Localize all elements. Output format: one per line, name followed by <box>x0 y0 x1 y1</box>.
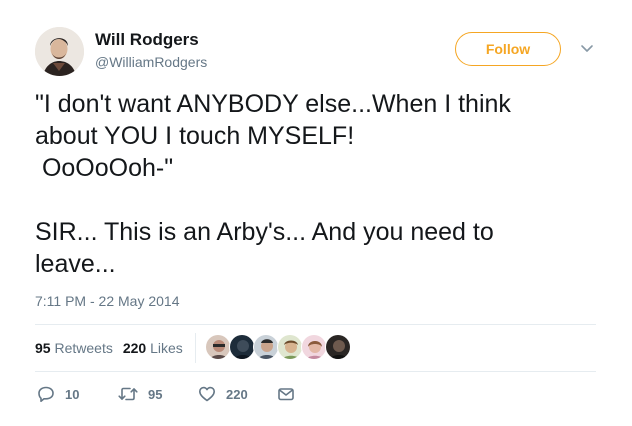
divider <box>35 371 596 372</box>
liker-avatar[interactable] <box>301 334 327 360</box>
author-name[interactable]: Will Rodgers <box>95 30 199 50</box>
heart-icon <box>199 386 215 402</box>
direct-message-action[interactable] <box>277 384 295 404</box>
likes-count: 220 <box>122 340 147 356</box>
envelope-icon <box>278 388 294 401</box>
like-count: 220 <box>226 386 248 402</box>
engagement-stats: 95 Retweets 220 Likes <box>35 340 183 356</box>
follow-button[interactable]: Follow <box>455 32 561 66</box>
retweet-action[interactable]: 95 <box>118 384 162 404</box>
reply-count: 10 <box>65 386 80 402</box>
tweet-text-continued: SIR... This is an Arby's... And you need… <box>35 216 605 280</box>
liker-avatar[interactable] <box>277 334 303 360</box>
chevron-down-icon[interactable] <box>580 43 594 53</box>
liker-avatar[interactable] <box>205 334 231 360</box>
tweet-text: "I don't want ANYBODY else...When I thin… <box>35 90 511 182</box>
likes-stat[interactable]: 220 Likes <box>123 340 183 356</box>
likes-label: Likes <box>150 340 183 356</box>
retweet-count: 95 <box>148 386 163 402</box>
tweet-card: Will Rodgers @WilliamRodgers Follow "I d… <box>0 0 632 426</box>
author-handle[interactable]: @WilliamRodgers <box>95 54 207 70</box>
reply-action[interactable]: 10 <box>37 384 79 404</box>
tweet-text-paragraph: SIR... This is an Arby's... And you need… <box>35 218 494 278</box>
liker-avatar[interactable] <box>253 334 279 360</box>
retweets-stat[interactable]: 95 Retweets <box>35 340 113 356</box>
divider <box>35 324 596 325</box>
retweets-count: 95 <box>35 340 51 356</box>
tweet-timestamp[interactable]: 7:11 PM - 22 May 2014 <box>35 293 179 309</box>
like-action[interactable]: 220 <box>198 384 248 404</box>
liker-avatar[interactable] <box>229 334 255 360</box>
liker-avatar[interactable] <box>325 334 351 360</box>
avatar[interactable] <box>35 27 84 76</box>
retweets-label: Retweets <box>54 340 113 356</box>
retweet-icon <box>118 387 138 401</box>
reply-icon <box>38 386 54 402</box>
stats-separator <box>195 333 196 363</box>
